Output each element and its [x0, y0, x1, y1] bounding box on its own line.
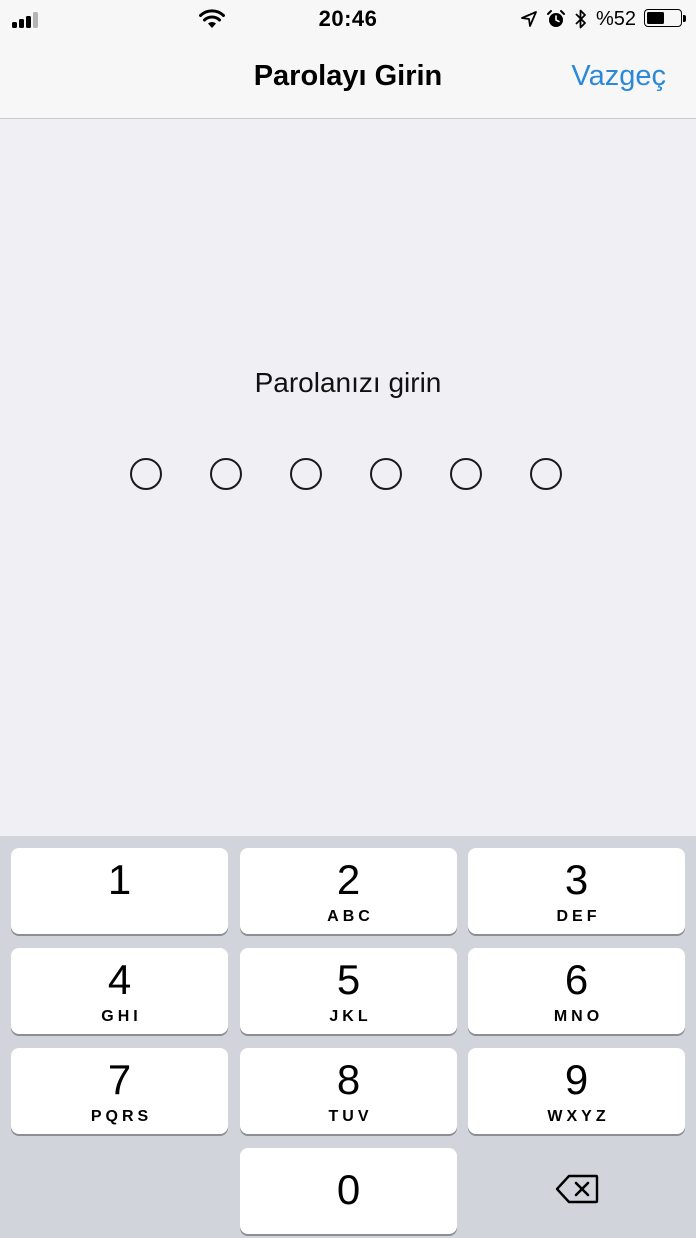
passcode-dot	[370, 458, 402, 490]
key-digit: 7	[107, 1056, 132, 1103]
passcode-dot	[130, 458, 162, 490]
passcode-dot	[530, 458, 562, 490]
cancel-button[interactable]: Vazgeç	[571, 60, 666, 93]
key-8[interactable]: 8 TUV	[240, 1048, 457, 1134]
alarm-clock-icon	[546, 9, 566, 29]
status-bar: 20:46 %52	[0, 0, 696, 40]
key-digit: 8	[336, 1056, 361, 1103]
key-1[interactable]: 1	[11, 848, 228, 934]
key-9[interactable]: 9 WXYZ	[468, 1048, 685, 1134]
key-7[interactable]: 7 PQRS	[11, 1048, 228, 1134]
key-letters: GHI	[101, 1008, 142, 1025]
key-2[interactable]: 2 ABC	[240, 848, 457, 934]
key-digit: 2	[336, 856, 361, 903]
battery-percent: %52	[595, 7, 636, 30]
passcode-dot	[290, 458, 322, 490]
bluetooth-icon	[574, 8, 588, 30]
delete-button[interactable]	[468, 1148, 685, 1234]
key-digit: 0	[336, 1166, 361, 1213]
key-letters: JKL	[329, 1008, 372, 1025]
key-digit: 1	[107, 856, 132, 903]
key-digit: 4	[107, 956, 132, 1003]
key-letters: DEF	[556, 908, 601, 925]
key-letters: MNO	[553, 1008, 604, 1025]
backspace-icon	[555, 1174, 599, 1209]
location-arrow-icon	[520, 10, 538, 28]
key-letters: PQRS	[90, 1108, 153, 1125]
navigation-bar: Parolayı Girin Vazgeç	[0, 40, 696, 119]
passcode-dots	[130, 458, 570, 498]
key-4[interactable]: 4 GHI	[11, 948, 228, 1034]
battery-icon	[644, 9, 688, 29]
key-digit: 5	[336, 956, 361, 1003]
key-letters: ABC	[327, 908, 374, 925]
key-6[interactable]: 6 MNO	[468, 948, 685, 1034]
passcode-dot	[210, 458, 242, 490]
key-digit: 3	[564, 856, 589, 903]
key-letters: TUV	[328, 1108, 373, 1125]
key-letters: WXYZ	[547, 1108, 610, 1125]
passcode-dot	[450, 458, 482, 490]
passcode-prompt: Parolanızı girin	[254, 367, 442, 398]
key-5[interactable]: 5 JKL	[240, 948, 457, 1034]
key-0[interactable]: 0	[240, 1148, 457, 1234]
key-3[interactable]: 3 DEF	[468, 848, 685, 934]
key-digit: 6	[564, 956, 589, 1003]
key-digit: 9	[564, 1056, 589, 1103]
